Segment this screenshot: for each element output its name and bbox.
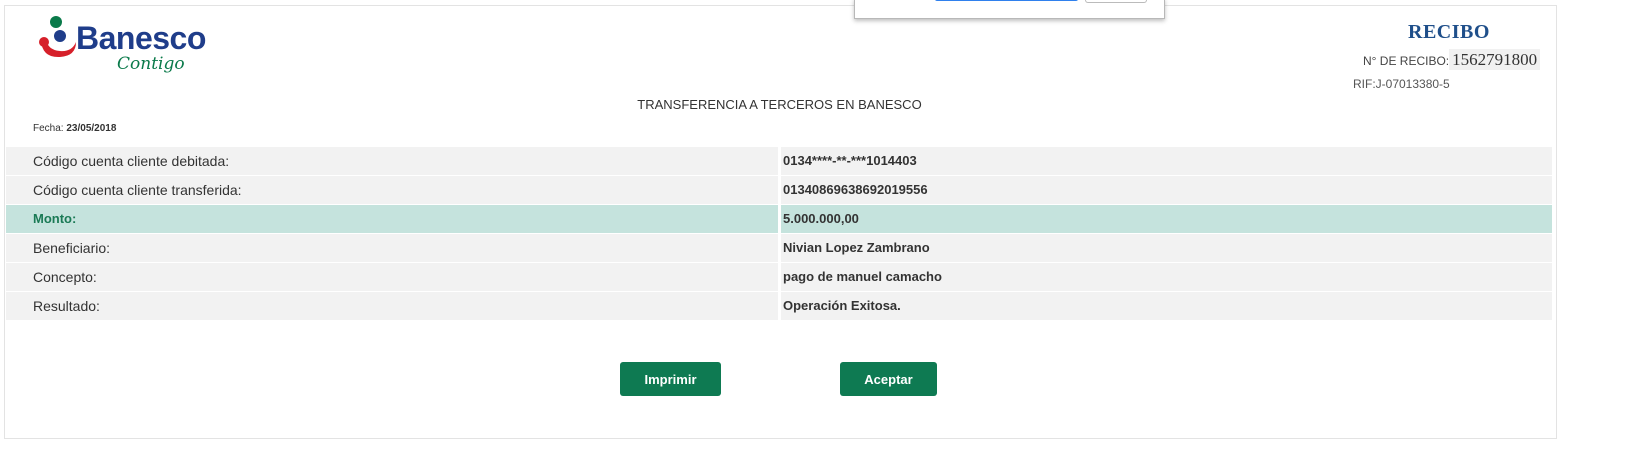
brand-tagline: Contigo [117, 54, 185, 74]
row-value: 0134****-**-***1014403 [781, 147, 1552, 175]
date-label: Fecha: [33, 123, 64, 134]
table-row: Resultado: Operación Exitosa. [6, 292, 1552, 320]
print-button[interactable]: Imprimir [620, 362, 721, 396]
row-value: pago de manuel camacho [781, 263, 1552, 291]
row-value: Operación Exitosa. [781, 292, 1552, 320]
date-value: 23/05/2018 [66, 123, 117, 134]
row-label: Resultado: [6, 292, 778, 320]
operation-title: TRANSFERENCIA A TERCEROS EN BANESCO [637, 97, 922, 112]
table-row-amount: Monto: 5.000.000,00 [6, 205, 1552, 233]
receipt-number: 1562791800 [1449, 49, 1541, 70]
row-label: Código cuenta cliente transferida: [6, 176, 778, 204]
row-value: 5.000.000,00 [781, 205, 1552, 233]
popup-dialog-remnant [854, 0, 1165, 19]
banesco-logo-icon [39, 16, 76, 58]
brand-name: Banesco [76, 20, 206, 56]
table-row: Código cuenta cliente transferida: 01340… [6, 176, 1552, 204]
operation-date: Fecha: 23/05/2018 [33, 123, 116, 134]
table-row: Concepto: pago de manuel camacho [6, 263, 1552, 291]
row-value: Nivian Lopez Zambrano [781, 234, 1552, 262]
table-row: Código cuenta cliente debitada: 0134****… [6, 147, 1552, 175]
row-label: Monto: [6, 205, 778, 233]
row-label: Beneficiario: [6, 234, 778, 262]
receipt-number-label: N° DE RECIBO: [1363, 54, 1450, 68]
accept-button[interactable]: Aceptar [840, 362, 937, 396]
table-row: Beneficiario: Nivian Lopez Zambrano [6, 234, 1552, 262]
banesco-logo: Banesco Contigo [38, 14, 228, 90]
rif: RIF:J-07013380-5 [1353, 77, 1450, 91]
row-value: 01340869638692019556 [781, 176, 1552, 204]
row-label: Código cuenta cliente debitada: [6, 147, 778, 175]
receipt-number-block: N° DE RECIBO: 1562791800 [1363, 49, 1541, 70]
receipt-title: RECIBO [1408, 21, 1490, 43]
row-label: Concepto: [6, 263, 778, 291]
details-table: Código cuenta cliente debitada: 0134****… [6, 147, 1552, 321]
popup-primary-button[interactable] [935, 0, 1078, 1]
popup-secondary-button[interactable] [1085, 0, 1147, 3]
